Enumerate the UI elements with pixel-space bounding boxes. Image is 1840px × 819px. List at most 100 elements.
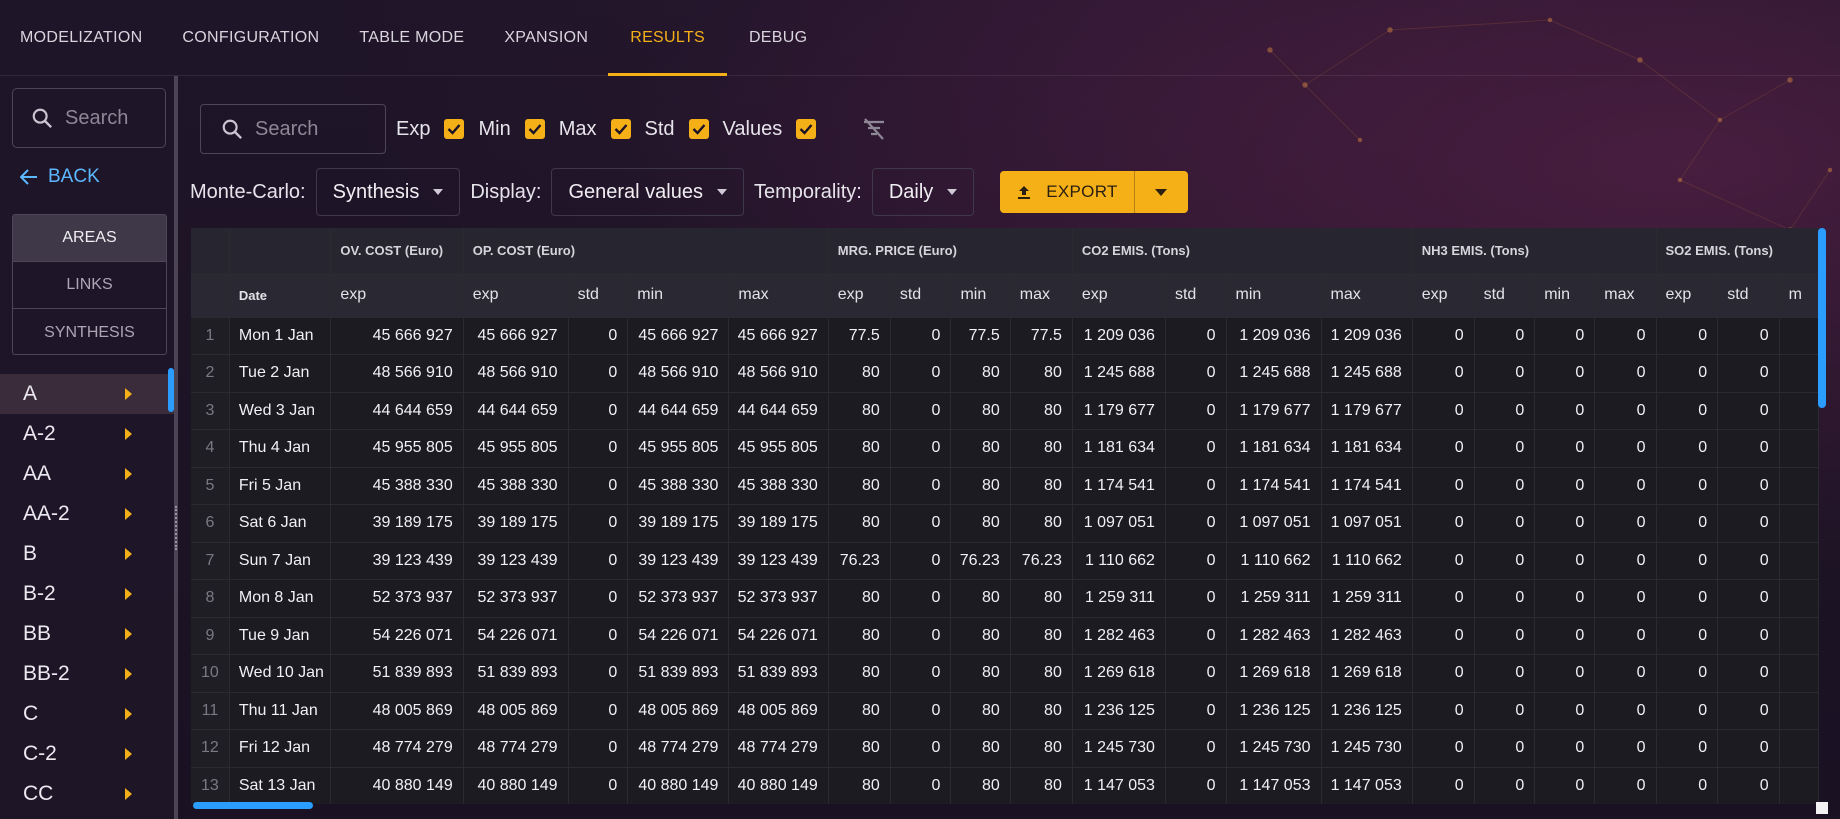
column-header[interactable]: std xyxy=(568,273,629,318)
column-header[interactable]: std xyxy=(1165,273,1227,318)
column-header[interactable]: std xyxy=(1474,273,1536,318)
area-item[interactable]: A-2 xyxy=(0,414,174,454)
table-cell: 0 xyxy=(890,654,952,693)
area-item[interactable]: C-2 xyxy=(0,734,174,774)
table-cell: 0 xyxy=(1534,579,1596,618)
column-header[interactable]: exp xyxy=(1072,273,1166,318)
sidebar-scrollbar[interactable] xyxy=(168,368,174,412)
sidebar-segment-control: AREAS LINKS SYNTHESIS xyxy=(12,214,167,355)
area-label: BB xyxy=(23,622,52,645)
column-header[interactable]: min xyxy=(1534,273,1596,318)
area-item[interactable]: A xyxy=(0,374,174,414)
tab-table-mode[interactable]: TABLE MODE xyxy=(339,0,484,76)
table-cell: 80 xyxy=(828,617,891,655)
column-header[interactable]: max xyxy=(1321,273,1413,318)
chevron-down-icon xyxy=(433,189,444,195)
table-row: 11 Thu 11 Jan 48 005 869 48 005 869 0 48 005 … xyxy=(191,692,1819,730)
checkbox-exp[interactable]: Exp xyxy=(396,118,465,141)
column-header[interactable]: max xyxy=(1594,273,1657,318)
table-cell: 1 269 618 xyxy=(1226,654,1322,693)
column-header[interactable]: min xyxy=(1226,273,1322,318)
sidebar-search-placeholder: Search xyxy=(65,106,129,129)
table-cell: 0 xyxy=(890,392,952,430)
checkbox-std[interactable]: Std xyxy=(645,118,709,141)
checkbox-min[interactable]: Min xyxy=(478,118,545,141)
table-cell: 0 xyxy=(1534,617,1596,655)
table-horizontal-scrollbar[interactable] xyxy=(193,802,313,809)
area-item[interactable]: B xyxy=(0,534,174,574)
segment-areas[interactable]: AREAS xyxy=(13,215,166,262)
column-header[interactable]: exp xyxy=(1656,273,1719,318)
montecarlo-select[interactable]: Synthesis xyxy=(315,168,461,216)
table-cell: 51 839 893 xyxy=(463,654,569,693)
column-header[interactable]: min xyxy=(950,273,1011,318)
check-icon[interactable] xyxy=(444,119,465,139)
table-cell: 51 839 893 xyxy=(627,654,730,693)
area-item[interactable]: BB-2 xyxy=(0,654,174,694)
area-item[interactable]: AA-2 xyxy=(0,494,174,534)
table-cell xyxy=(1779,542,1819,580)
date-group-header xyxy=(229,228,332,274)
area-item[interactable]: B-2 xyxy=(0,574,174,614)
table-cell: 0 xyxy=(568,542,629,580)
column-header[interactable]: m xyxy=(1779,273,1819,318)
column-header[interactable]: exp xyxy=(463,273,569,318)
column-header[interactable]: max xyxy=(1010,273,1073,318)
display-select[interactable]: General values xyxy=(551,168,744,216)
export-dropdown-button[interactable] xyxy=(1133,171,1188,213)
filter-off-icon[interactable] xyxy=(860,115,888,143)
check-icon[interactable] xyxy=(610,119,631,139)
table-search-input[interactable]: Search xyxy=(200,104,386,154)
table-cell: 0 xyxy=(1534,467,1596,505)
table-row: 8 Mon 8 Jan 52 373 937 52 373 937 0 52 373 93… xyxy=(191,579,1819,618)
area-item[interactable]: CC xyxy=(0,774,174,814)
tab-debug[interactable]: DEBUG xyxy=(727,0,829,76)
table-cell: 0 xyxy=(1656,429,1719,468)
back-button[interactable]: BACK xyxy=(20,166,100,188)
table-cell: 1 209 036 xyxy=(1321,317,1413,355)
temporality-select[interactable]: Daily xyxy=(871,168,975,216)
table-vertical-scrollbar[interactable] xyxy=(1818,228,1826,408)
table-cell: 80 xyxy=(828,654,891,693)
area-item[interactable]: BB xyxy=(0,614,174,654)
check-icon[interactable] xyxy=(796,119,817,139)
tab-xpansion[interactable]: XPANSION xyxy=(484,0,608,76)
checkbox-max[interactable]: Max xyxy=(559,118,631,141)
table-cell: 45 955 805 xyxy=(627,429,730,468)
table-cell: 1 179 677 xyxy=(1072,392,1166,430)
table-cell: 48 005 869 xyxy=(463,692,569,730)
table-cell: 0 xyxy=(1165,542,1227,580)
column-header[interactable]: max xyxy=(728,273,829,318)
sidebar-search-input[interactable]: Search xyxy=(12,88,166,148)
check-icon[interactable] xyxy=(524,119,545,139)
column-header[interactable]: std xyxy=(1717,273,1780,318)
column-header[interactable]: std xyxy=(890,273,952,318)
date-header[interactable]: Date xyxy=(229,273,332,318)
row-index: 8 xyxy=(191,579,230,618)
table-cell: 0 xyxy=(1412,729,1475,768)
area-label: CC xyxy=(23,782,54,805)
segment-synthesis[interactable]: SYNTHESIS xyxy=(13,309,166,354)
chevron-down-icon xyxy=(717,189,727,195)
area-item[interactable]: C xyxy=(0,694,174,734)
tab-results[interactable]: RESULTS xyxy=(608,0,727,76)
tab-modelization[interactable]: MODELIZATION xyxy=(0,0,162,76)
column-header[interactable]: exp xyxy=(828,273,891,318)
tab-configuration[interactable]: CONFIGURATION xyxy=(162,0,339,76)
column-header[interactable]: exp xyxy=(1412,273,1475,318)
sidebar-resize-handle[interactable] xyxy=(175,506,179,550)
check-icon[interactable] xyxy=(688,119,709,139)
caret-right-icon xyxy=(125,468,132,480)
table-cell: 0 xyxy=(1594,692,1657,730)
table-row: 5 Fri 5 Jan 45 388 330 45 388 330 0 45 388 33… xyxy=(191,467,1819,505)
area-item[interactable]: AA xyxy=(0,454,174,494)
column-header[interactable]: min xyxy=(627,273,730,318)
table-cell: 0 xyxy=(1165,317,1227,355)
column-header[interactable]: exp xyxy=(330,273,464,318)
segment-links[interactable]: LINKS xyxy=(13,262,166,309)
export-label: EXPORT xyxy=(1046,182,1118,201)
checkbox-values[interactable]: Values xyxy=(723,118,817,141)
export-button[interactable]: EXPORT xyxy=(1000,171,1134,213)
table-cell: 39 189 175 xyxy=(463,504,569,543)
table-cell: 48 005 869 xyxy=(330,692,464,730)
